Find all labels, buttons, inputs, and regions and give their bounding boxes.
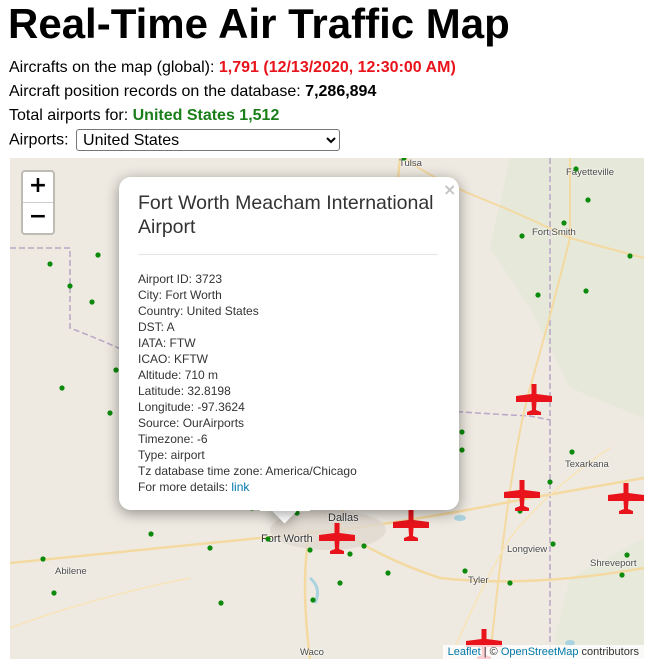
popup-line: Longitude: -97.3624: [138, 400, 245, 414]
airport-marker[interactable]: [51, 590, 57, 596]
aircraft-count-label: Aircrafts on the map (global):: [9, 59, 215, 76]
popup-line: DST: A: [138, 320, 175, 334]
airport-marker[interactable]: [624, 552, 630, 558]
position-records-label: Aircraft position records on the databas…: [9, 83, 301, 100]
airport-marker[interactable]: [218, 600, 224, 606]
airport-marker[interactable]: [459, 429, 465, 435]
airport-marker[interactable]: [337, 580, 343, 586]
popup-details-label: For more details:: [138, 480, 229, 494]
popup-line: Altitude: 710 m: [138, 368, 219, 382]
airport-marker[interactable]: [40, 556, 46, 562]
airport-marker[interactable]: [619, 572, 625, 578]
airport-marker[interactable]: [535, 292, 541, 298]
airport-marker[interactable]: [361, 543, 367, 549]
popup-line: Type: airport: [138, 448, 205, 462]
position-records-line: Aircraft position records on the databas…: [9, 83, 376, 101]
airport-marker[interactable]: [462, 568, 468, 574]
popup-details-link[interactable]: link: [231, 480, 249, 494]
zoom-control: + −: [21, 170, 55, 235]
popup-line: Tz database time zone: America/Chicago: [138, 464, 357, 478]
popup-details-line: For more details: link: [138, 479, 357, 495]
page-title: Real-Time Air Traffic Map: [8, 0, 510, 47]
airport-marker[interactable]: [113, 367, 119, 373]
airport-total-value: United States 1,512: [132, 107, 280, 124]
position-records-value: 7,286,894: [305, 83, 377, 100]
map-attribution: Leaflet | © OpenStreetMap contributors: [442, 645, 644, 659]
zoom-out-button[interactable]: −: [23, 202, 53, 233]
airport-select-line: Airports: United States: [9, 129, 341, 151]
airport-marker[interactable]: [507, 580, 513, 586]
aircraft-icon[interactable]: [504, 480, 540, 511]
aircraft-icon[interactable]: [393, 510, 429, 541]
popup-line: Country: United States: [138, 304, 259, 318]
popup-line: ICAO: KFTW: [138, 352, 208, 366]
airport-marker[interactable]: [561, 220, 567, 226]
aircraft-icon[interactable]: [608, 483, 644, 514]
popup-line: Source: OurAirports: [138, 416, 245, 430]
attribution-suffix: contributors: [578, 646, 639, 658]
map-container[interactable]: Tulsa Fayetteville Fort Smith Texarkana …: [10, 158, 644, 659]
aircraft-count-value: 1,791 (12/13/2020, 12:30:00 AM): [218, 59, 456, 76]
popup-line: City: Fort Worth: [138, 288, 222, 302]
airport-marker[interactable]: [585, 197, 591, 203]
zoom-in-button[interactable]: +: [23, 172, 53, 202]
airport-total-line: Total airports for: United States 1,512: [9, 107, 279, 125]
airport-marker[interactable]: [347, 551, 353, 557]
popup-title: Fort Worth Meacham International Airport: [138, 192, 434, 238]
popup-line: Latitude: 32.8198: [138, 384, 231, 398]
popup-close-button[interactable]: ×: [443, 180, 456, 199]
popup-line: IATA: FTW: [138, 336, 196, 350]
airport-marker[interactable]: [583, 288, 589, 294]
airport-marker[interactable]: [67, 283, 73, 289]
airport-total-label: Total airports for:: [9, 107, 129, 124]
airport-marker[interactable]: [550, 541, 556, 547]
airport-marker[interactable]: [47, 261, 53, 267]
airport-marker[interactable]: [148, 531, 154, 537]
popup-divider: [138, 254, 438, 255]
airport-marker[interactable]: [385, 570, 391, 576]
airport-marker[interactable]: [459, 447, 465, 453]
airport-marker[interactable]: [307, 547, 313, 553]
airport-marker[interactable]: [547, 479, 553, 485]
airport-marker[interactable]: [573, 166, 579, 172]
leaflet-link[interactable]: Leaflet: [448, 646, 481, 658]
airport-marker[interactable]: [95, 252, 101, 258]
aircraft-icon[interactable]: [516, 384, 552, 415]
airport-marker[interactable]: [89, 299, 95, 305]
popup-line: Airport ID: 3723: [138, 272, 223, 286]
airport-marker[interactable]: [107, 410, 113, 416]
airport-marker[interactable]: [59, 385, 65, 391]
airport-marker[interactable]: [519, 233, 525, 239]
aircraft-count-line: Aircrafts on the map (global): 1,791 (12…: [9, 59, 456, 77]
osm-link[interactable]: OpenStreetMap: [501, 646, 579, 658]
airport-marker[interactable]: [310, 597, 316, 603]
airport-marker[interactable]: [207, 545, 213, 551]
popup-details: Airport ID: 3723 City: Fort Worth Countr…: [138, 271, 357, 495]
airport-country-select[interactable]: United States: [76, 129, 341, 151]
airport-marker[interactable]: [265, 536, 271, 542]
airport-marker[interactable]: [569, 449, 575, 455]
airport-marker[interactable]: [401, 158, 407, 161]
attribution-separator: | ©: [480, 646, 501, 658]
popup-line: Timezone: -6: [138, 432, 208, 446]
airport-marker[interactable]: [627, 253, 633, 259]
aircraft-icon[interactable]: [319, 523, 355, 554]
airport-select-label: Airports:: [9, 131, 69, 149]
